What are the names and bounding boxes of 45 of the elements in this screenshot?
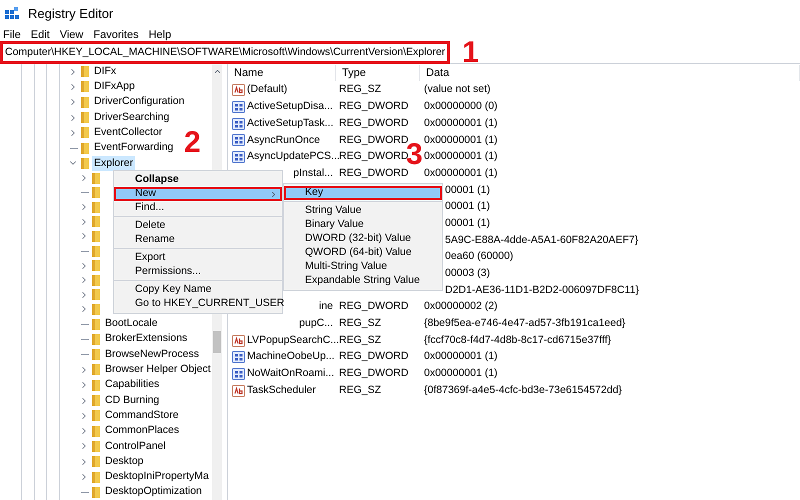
table-cell-text: 00001 (1) xyxy=(445,216,490,231)
table-cell-text: MachineOobeUp... xyxy=(247,349,335,364)
table-cell: REG_DWORD xyxy=(339,300,408,312)
table-cell: 0x00000000 (0) xyxy=(424,100,498,112)
table-cell-text: AsyncRunOnce xyxy=(247,132,320,148)
table-cell-text: 00001 (1) xyxy=(445,199,490,214)
table-cell: 0x00000001 (1) xyxy=(424,166,498,179)
table-cell: 0x00000001 (1) xyxy=(424,350,498,362)
table-cell: 0x00000001 (1) xyxy=(424,150,498,162)
table-cell: 0x00000001 (1) xyxy=(424,367,498,380)
table-cell: {fccf70c8-f4d7-4d8b-8c17-cd6715e37fff} xyxy=(424,334,612,346)
table-cell: {0f87369f-a4e5-4cfc-bd3e-73e6154572dd} xyxy=(424,384,622,396)
table-cell: REG_DWORD xyxy=(339,100,408,112)
table-cell: REG_SZ xyxy=(339,83,382,96)
table-cell-text: ActiveSetupTask... xyxy=(247,116,334,131)
table-cell-text: (Default) xyxy=(247,82,288,98)
table-cell: 0x00000001 (1) xyxy=(424,134,498,146)
table-cell-text: ActiveSetupDisa... xyxy=(247,99,333,114)
table-cell: REG_DWORD xyxy=(339,367,408,380)
table-cell-text: 0ea60 (60000) xyxy=(445,249,514,264)
table-cell: 0x00000002 (2) xyxy=(424,300,498,312)
table-cell: REG_DWORD xyxy=(339,350,408,362)
table-cell-text: AsyncUpdatePCS... xyxy=(247,149,340,164)
table-cell-text: 00001 (1) xyxy=(445,182,490,198)
table-cell-text: 5A9C-E88A-4dde-A5A1-60F82A20AEF7} xyxy=(445,232,638,248)
table-cell-text: ine xyxy=(318,299,333,314)
table-cell: REG_SZ xyxy=(339,334,382,346)
window-title: Registry Editor xyxy=(28,5,114,24)
table-cell: REG_DWORD xyxy=(339,134,408,146)
table-cell-text: TaskScheduler xyxy=(247,382,316,398)
table-cell-text: pupC... xyxy=(299,316,333,332)
table-cell: REG_SZ xyxy=(339,317,382,330)
annotation-number: 1 xyxy=(462,38,479,68)
table-cell: (value not set) xyxy=(424,83,491,96)
annotation-number: 2 xyxy=(184,128,201,158)
table-cell-text: pInstal... xyxy=(293,166,333,181)
table-cell: REG_DWORD xyxy=(339,166,408,179)
table-cell-text: LVPopupSearchC... xyxy=(247,332,340,348)
table-cell: REG_DWORD xyxy=(339,116,408,129)
table-cell-text: NoWaitOnRoami... xyxy=(247,366,334,382)
table-cell-text: 00003 (3) xyxy=(445,266,490,282)
table-cell: REG_SZ xyxy=(339,384,382,396)
table-cell: {8be9f5ea-e746-4e47-ad57-3fb191ca1eed} xyxy=(424,317,626,330)
table-cell: 0x00000001 (1) xyxy=(424,116,498,129)
table-cell-text: D2D1-AE36-11D1-B2D2-006097DF8C11} xyxy=(445,282,639,298)
